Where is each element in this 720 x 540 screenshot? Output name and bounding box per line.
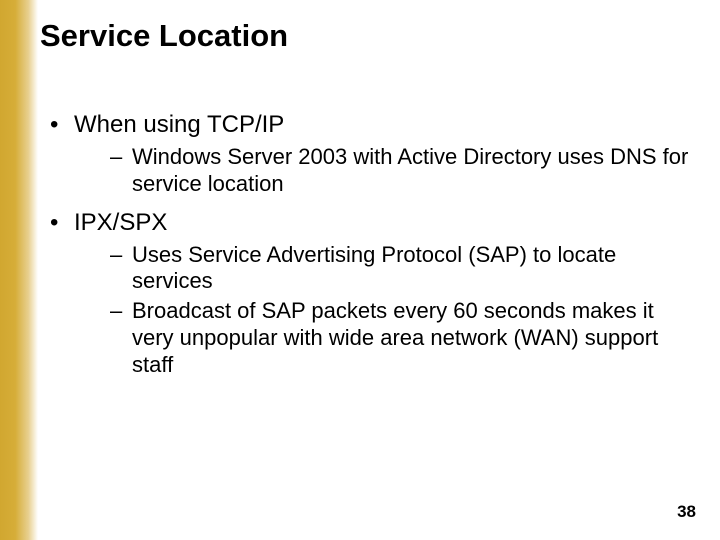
bullet-text: IPX/SPX: [74, 209, 167, 236]
main-bullet-list: When using TCP/IP Windows Server 2003 wi…: [40, 110, 700, 379]
page-number: 38: [677, 502, 696, 522]
sub-bullet-list: Uses Service Advertising Protocol (SAP) …: [74, 242, 700, 379]
sub-bullet-item: Uses Service Advertising Protocol (SAP) …: [110, 242, 700, 296]
slide-title: Service Location: [40, 18, 700, 54]
sub-bullet-item: Windows Server 2003 with Active Director…: [110, 144, 700, 198]
bullet-text: When using TCP/IP: [74, 111, 284, 138]
sub-bullet-list: Windows Server 2003 with Active Director…: [74, 144, 700, 198]
sub-bullet-item: Broadcast of SAP packets every 60 second…: [110, 298, 700, 378]
slide-content: Service Location When using TCP/IP Windo…: [40, 18, 700, 389]
bullet-item: IPX/SPX Uses Service Advertising Protoco…: [50, 208, 700, 379]
decorative-sidebar: [0, 0, 38, 540]
bullet-item: When using TCP/IP Windows Server 2003 wi…: [50, 110, 700, 198]
